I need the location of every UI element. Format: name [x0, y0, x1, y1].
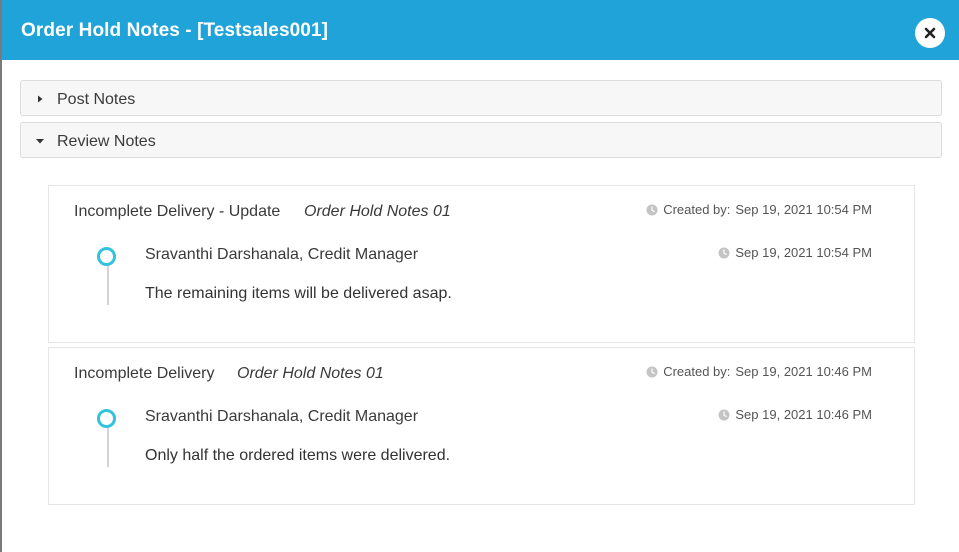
- note-author: Sravanthi Darshanala, Credit Manager: [145, 408, 419, 425]
- note-entry-meta: Sep 19, 2021 10:46 PM: [718, 407, 872, 422]
- accordion-label: Post Notes: [57, 91, 136, 108]
- note-author: Sravanthi Darshanala, Credit Manager: [145, 246, 419, 263]
- timeline-marker: [97, 247, 116, 266]
- caret-down-icon: [36, 139, 44, 144]
- accordion-label: Review Notes: [57, 133, 156, 150]
- caret-right-icon: [38, 95, 43, 103]
- note-text: Only half the ordered items were deliver…: [145, 447, 451, 464]
- note-created-meta: Created by: Sep 19, 2021 10:54 PM: [646, 202, 872, 217]
- note-subtitle: Order Hold Notes 01: [304, 203, 451, 220]
- clock-icon: [718, 247, 730, 258]
- modal-header: Order Hold Notes - [Testsales001]: [2, 0, 959, 60]
- entry-timestamp: Sep 19, 2021 10:54 PM: [735, 245, 872, 260]
- created-label: Created by:: [663, 364, 731, 379]
- created-timestamp: Sep 19, 2021 10:54 PM: [735, 202, 872, 217]
- note-subtitle: Order Hold Notes 01: [237, 365, 384, 382]
- note-text: The remaining items will be delivered as…: [145, 285, 452, 302]
- accordion-review-notes[interactable]: Review Notes: [20, 122, 942, 158]
- timeline-marker: [97, 409, 116, 428]
- entry-timestamp: Sep 19, 2021 10:46 PM: [735, 407, 872, 422]
- close-icon: [924, 27, 936, 39]
- created-timestamp: Sep 19, 2021 10:46 PM: [735, 364, 872, 379]
- timeline-line: [107, 428, 109, 467]
- note-title: Incomplete Delivery: [74, 365, 215, 382]
- accordion-post-notes[interactable]: Post Notes: [20, 80, 942, 116]
- note-card: Incomplete Delivery - Update Order Hold …: [48, 185, 915, 343]
- clock-icon: [646, 204, 658, 215]
- created-label: Created by:: [663, 202, 731, 217]
- close-button[interactable]: [915, 18, 945, 48]
- note-entry-meta: Sep 19, 2021 10:54 PM: [718, 245, 872, 260]
- note-title: Incomplete Delivery - Update: [74, 203, 281, 220]
- modal-title: Order Hold Notes - [Testsales001]: [21, 20, 329, 41]
- clock-icon: [646, 366, 658, 377]
- note-created-meta: Created by: Sep 19, 2021 10:46 PM: [646, 364, 872, 379]
- order-hold-notes-modal: Order Hold Notes - [Testsales001] Post N…: [2, 0, 959, 552]
- timeline-line: [107, 266, 109, 305]
- note-card: Incomplete Delivery Order Hold Notes 01 …: [48, 347, 915, 505]
- clock-icon: [718, 409, 730, 420]
